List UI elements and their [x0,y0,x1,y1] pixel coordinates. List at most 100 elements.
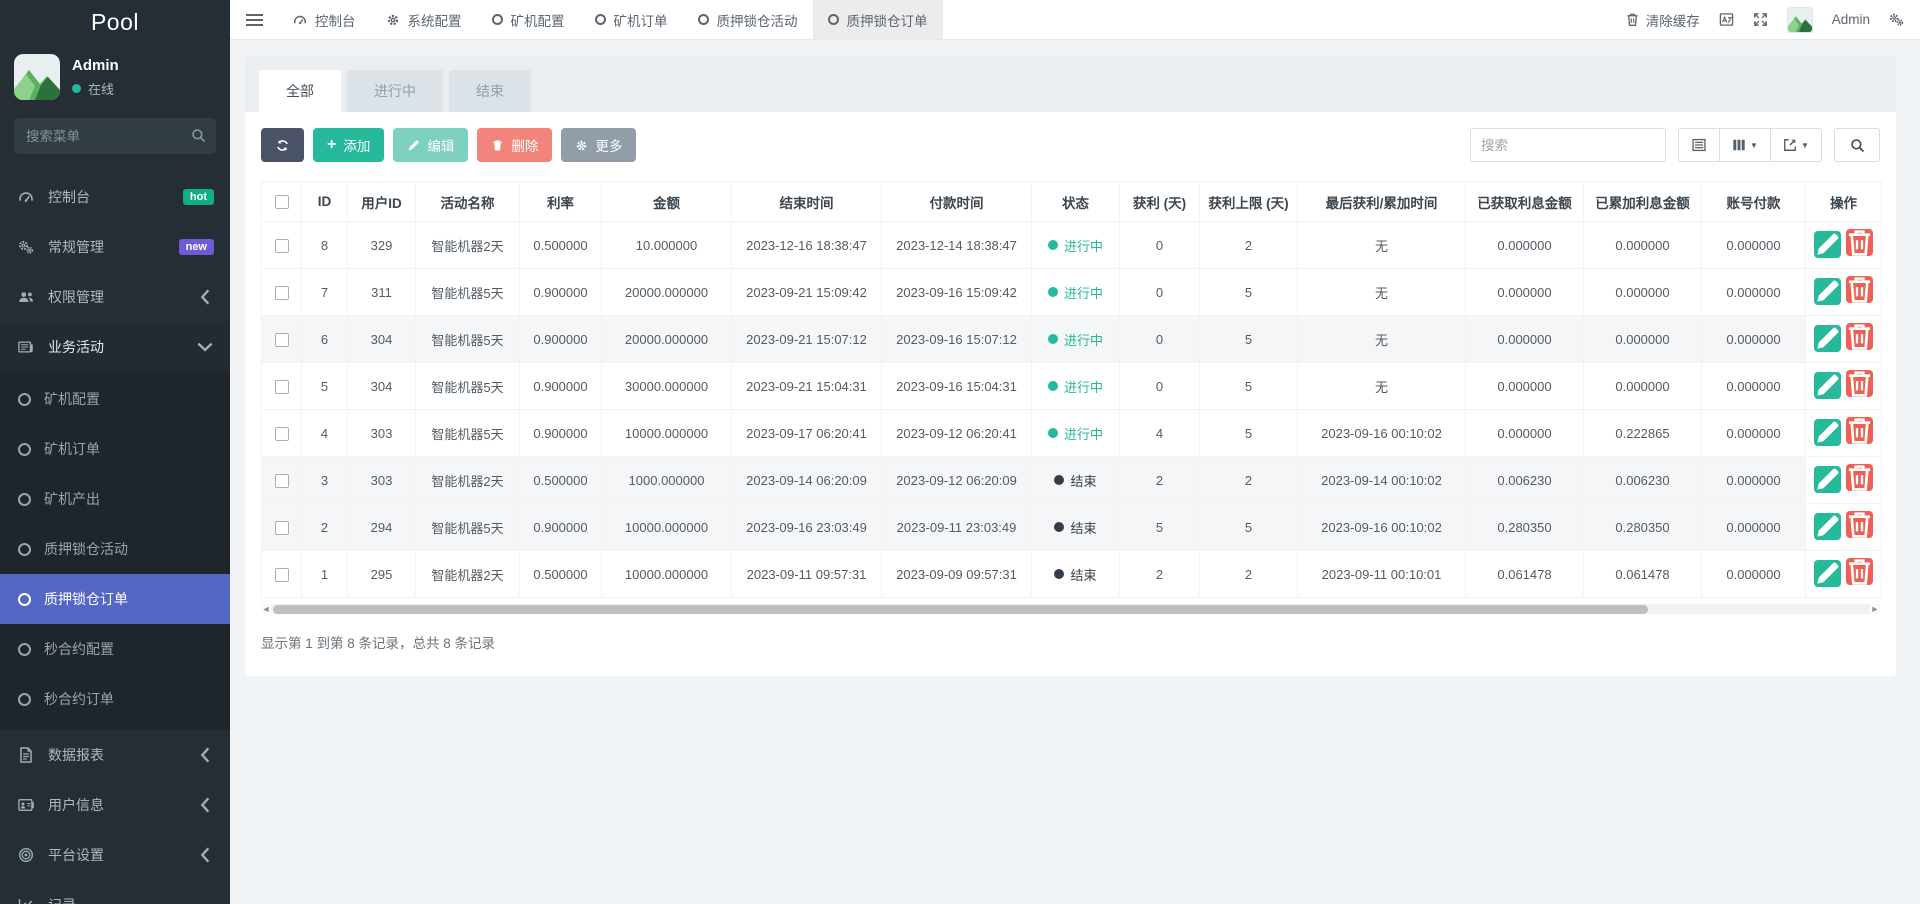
row-checkbox[interactable] [274,238,289,253]
row-delete-button[interactable] [1846,464,1873,492]
sidebar-item-business-activities[interactable]: 业务活动 [0,322,230,372]
sidebar-item-miner-orders[interactable]: 矿机订单 [0,424,230,474]
row-edit-button[interactable] [1814,418,1841,446]
row-edit-button[interactable] [1814,512,1841,540]
cell-earned_interest: 0.000000 [1465,268,1584,316]
filter-tab-ongoing[interactable]: 进行中 [347,70,443,112]
row-checkbox[interactable] [274,473,289,488]
topnav-tab-pledge-lock-activities[interactable]: 质押锁仓活动 [683,0,813,39]
column-header[interactable]: 获利 (天) [1119,181,1200,222]
column-header[interactable]: 用户ID [347,181,416,222]
export-button[interactable]: ▼ [1770,128,1822,162]
sidebar-item-platform-settings[interactable]: 平台设置 [0,830,230,880]
column-header[interactable]: 最后获利/累加时间 [1297,181,1466,222]
row-delete-button[interactable] [1846,229,1873,257]
sidebar-item-seconds-contract-orders[interactable]: 秒合约订单 [0,674,230,724]
row-checkbox[interactable] [274,379,289,394]
row-delete-button[interactable] [1846,370,1873,398]
row-edit-button[interactable] [1814,371,1841,399]
clear-cache-button[interactable]: 清除缓存 [1625,10,1700,30]
row-checkbox[interactable] [274,567,289,582]
row-edit-button[interactable] [1814,559,1841,587]
fullscreen-icon[interactable] [1753,12,1768,27]
filter-tab-all[interactable]: 全部 [259,70,341,112]
sidebar-item-console[interactable]: 控制台 hot [0,172,230,222]
topnav-tab-system-config[interactable]: 系统配置 [371,0,477,39]
cell-id: 2 [301,503,348,551]
row-edit-button[interactable] [1814,465,1841,493]
row-checkbox[interactable] [274,332,289,347]
scrollbar-track[interactable] [271,604,1870,614]
topnav-tab-miner-orders[interactable]: 矿机订单 [580,0,683,39]
sidebar-item-pledge-lock-activities[interactable]: 质押锁仓活动 [0,524,230,574]
row-delete-button[interactable] [1846,276,1873,304]
sidebar-item-user-info[interactable]: 用户信息 [0,780,230,830]
sidebar-search-input[interactable] [14,118,216,154]
row-delete-button[interactable] [1846,417,1873,445]
scroll-left-arrow[interactable]: ◄ [261,604,271,614]
user-avatar[interactable] [1786,6,1813,33]
table-search-input[interactable] [1470,128,1666,162]
hamburger-menu-icon[interactable] [230,0,278,39]
row-delete-button[interactable] [1846,558,1873,586]
column-header[interactable]: 结束时间 [731,181,882,222]
gear-icon [575,139,588,152]
cell-user_id: 329 [347,221,416,269]
scroll-right-arrow[interactable]: ► [1870,604,1880,614]
chevron-down-icon: ▼ [1801,140,1809,150]
more-button[interactable]: 更多 [561,128,637,162]
filter-tab-ended[interactable]: 结束 [449,70,531,112]
topnav-tab-label: 系统配置 [407,13,462,29]
sidebar-item-logs[interactable]: 记录 [0,880,230,904]
select-all-checkbox[interactable] [274,195,289,210]
topnav-tab-pledge-lock-orders[interactable]: 质押锁仓订单 [812,0,943,39]
column-header[interactable]: 活动名称 [415,181,520,222]
column-header[interactable]: 操作 [1805,181,1882,222]
row-delete-button[interactable] [1846,323,1873,351]
language-file-icon[interactable] [1719,12,1734,27]
columns-button[interactable]: ▼ [1719,128,1771,162]
edit-button[interactable]: 编辑 [393,128,469,162]
topnav-tab-miner-config[interactable]: 矿机配置 [477,0,580,39]
column-header[interactable]: 状态 [1031,181,1120,222]
detail-view-button[interactable] [1678,128,1720,162]
cell-activity: 智能机器5天 [415,315,520,363]
cell-profit_cap: 2 [1199,221,1298,269]
cell-activity: 智能机器2天 [415,221,520,269]
column-header[interactable]: 金额 [601,181,732,222]
scrollbar-thumb[interactable] [273,604,1649,614]
sidebar-item-data-reports[interactable]: 数据报表 [0,730,230,780]
sidebar-item-pledge-lock-orders[interactable]: 质押锁仓订单 [0,574,230,624]
row-checkbox[interactable] [274,426,289,441]
column-header[interactable]: 已获取利息金额 [1465,181,1584,222]
row-edit-button[interactable] [1814,324,1841,352]
cell-earned_interest: 0.280350 [1465,503,1584,551]
sidebar-item-miner-output[interactable]: 矿机产出 [0,474,230,524]
row-edit-button[interactable] [1814,230,1841,258]
username-menu[interactable]: Admin [1832,12,1870,27]
column-header[interactable]: ID [301,181,348,222]
cell-pay_time: 2023-09-16 15:09:42 [881,268,1032,316]
sidebar-item-permissions[interactable]: 权限管理 [0,272,230,322]
delete-button[interactable]: 删除 [477,128,553,162]
topnav-tab-console[interactable]: 控制台 [278,0,371,39]
cell-profit_cap: 2 [1199,550,1298,598]
column-header[interactable]: 获利上限 (天) [1199,181,1298,222]
row-edit-button[interactable] [1814,277,1841,305]
sidebar-item-seconds-contract-config[interactable]: 秒合约配置 [0,624,230,674]
sidebar-item-miner-config[interactable]: 矿机配置 [0,374,230,424]
row-checkbox[interactable] [274,285,289,300]
refresh-button[interactable] [261,128,304,162]
column-header[interactable]: 付款时间 [881,181,1032,222]
column-header[interactable]: 已累加利息金额 [1583,181,1702,222]
app-logo[interactable]: Pool [0,0,230,44]
settings-gears-icon[interactable] [1889,12,1904,27]
column-header[interactable]: 利率 [519,181,602,222]
search-submit-button[interactable] [1834,128,1880,162]
row-checkbox[interactable] [274,520,289,535]
cell-status: 进行中 [1031,221,1120,269]
column-header[interactable]: 账号付款 [1701,181,1806,222]
row-delete-button[interactable] [1846,511,1873,539]
add-button[interactable]: + 添加 [313,128,385,162]
sidebar-item-general-management[interactable]: 常规管理 new [0,222,230,272]
